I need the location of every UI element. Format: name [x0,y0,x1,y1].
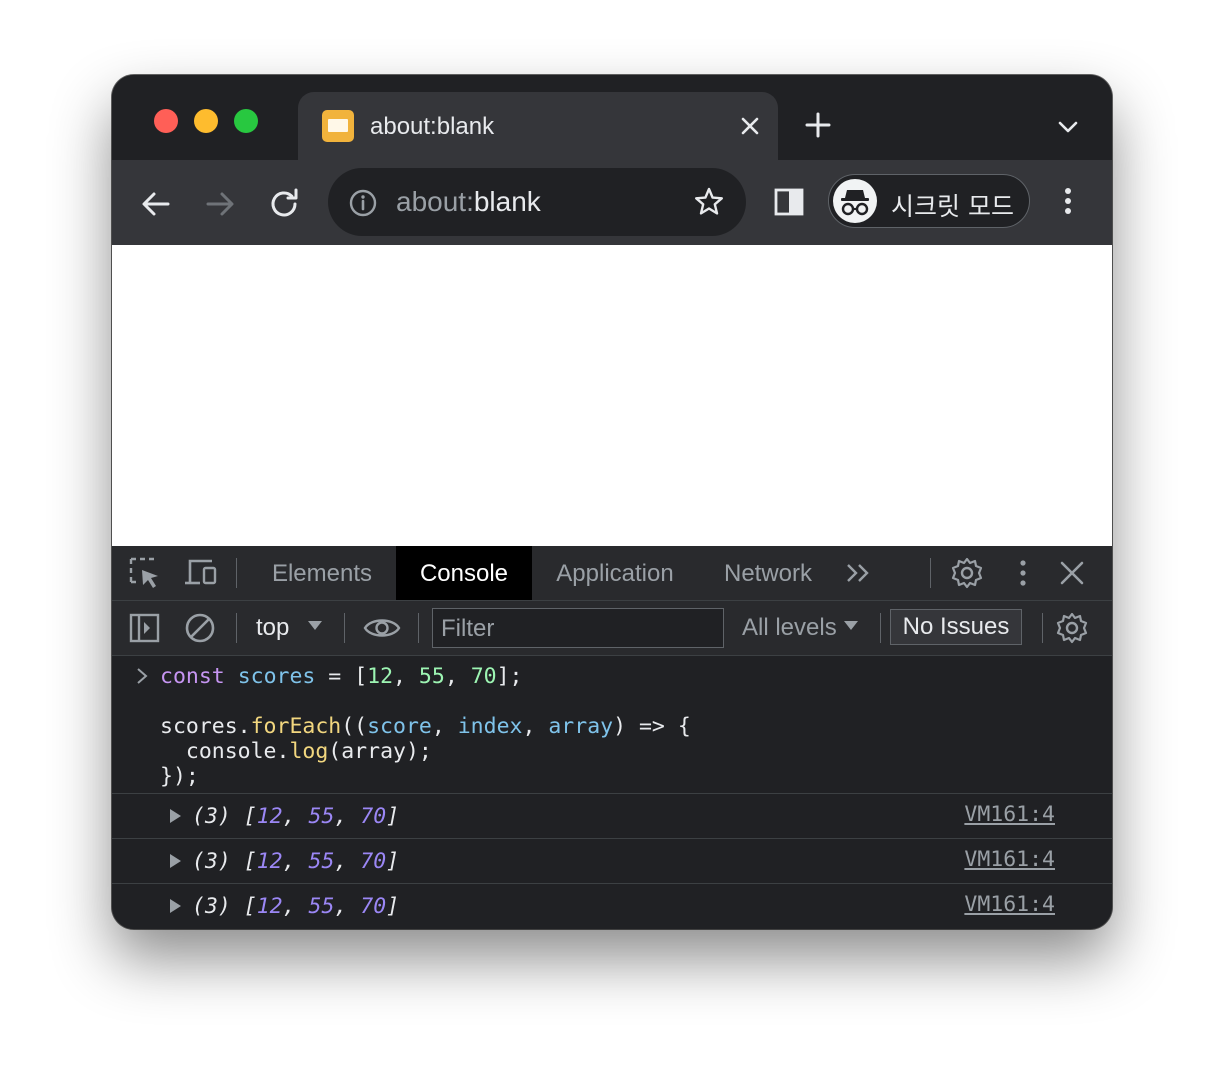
sidebar-toggle-icon[interactable] [128,611,162,645]
code-line: const scores = [12, 55, 70]; [160,664,523,689]
tab-console[interactable]: Console [396,546,532,600]
console-log-row[interactable]: (3) [12, 55, 70] VM161:4 [112,839,1112,884]
log-levels-label: All levels [742,614,837,641]
devtools-panel: Elements Console Application Network top… [112,546,1112,929]
settings-gear-icon[interactable] [950,556,984,590]
devtools-menu-kebab-icon[interactable] [1006,556,1040,590]
divider [236,558,237,588]
incognito-icon [841,190,869,216]
divider [930,558,931,588]
log-array-preview: (3) [12, 55, 70] [192,849,400,874]
log-array-preview: (3) [12, 55, 70] [192,804,400,829]
console-log-row[interactable]: (3) [12, 55, 70] VM161:4 [112,794,1112,839]
tab-application[interactable]: Application [548,546,682,600]
devtools-tab-bar: Elements Console Application Network [112,546,1112,601]
console-settings-gear-icon[interactable] [1055,611,1089,645]
source-link[interactable]: VM161:4 [964,847,1055,872]
code-line: scores.forEach((score, index, array) => … [160,714,691,739]
console-log-row[interactable]: (3) [12, 55, 70] VM161:4 [112,884,1112,928]
tab-search-chevron-icon[interactable] [1054,113,1082,141]
address-bar[interactable]: about:blank [328,168,746,236]
side-panel-icon[interactable] [772,185,806,219]
code-line: }); [160,764,199,789]
bookmark-star-icon[interactable] [692,185,726,219]
incognito-profile-button[interactable]: 시크릿 모드 [828,174,1030,228]
minimize-window-button[interactable] [194,109,218,133]
dropdown-arrow-icon [308,621,322,630]
log-array-preview: (3) [12, 55, 70] [192,894,400,919]
close-window-button[interactable] [154,109,178,133]
divider [1042,613,1043,643]
new-tab-plus-icon[interactable] [802,109,834,141]
dropdown-arrow-icon [844,621,858,630]
expand-triangle-icon[interactable] [170,899,181,913]
live-expression-eye-icon[interactable] [362,611,402,645]
context-value: top [256,614,290,641]
site-info-icon[interactable] [348,188,378,218]
clear-console-icon[interactable] [183,611,217,645]
forward-arrow-icon[interactable] [200,184,240,224]
console-toolbar: top Filter All levels No Issues [112,601,1112,656]
divider [880,613,881,643]
tab-strip: about:blank [112,75,1112,160]
tab-network[interactable]: Network [716,546,820,600]
close-icon[interactable] [734,110,766,142]
tab-about-blank[interactable]: about:blank [298,92,778,160]
incognito-label: 시크릿 모드 [891,192,1014,221]
code-line: console.log(array); [160,739,432,764]
reload-icon[interactable] [264,184,304,224]
url-text: about:blank [396,186,541,217]
expand-triangle-icon[interactable] [170,809,181,823]
inspect-element-icon[interactable] [128,556,162,590]
zoom-window-button[interactable] [234,109,258,133]
console-output[interactable]: const scores = [12, 55, 70]; scores.forE… [112,656,1112,929]
browser-menu-kebab-icon[interactable] [1051,183,1085,219]
filter-input[interactable]: Filter [432,608,724,648]
source-link[interactable]: VM161:4 [964,892,1055,917]
divider [236,613,237,643]
browser-window: about:blank about:blank 시크릿 모드 Elements … [112,75,1112,929]
device-toolbar-icon[interactable] [184,556,218,590]
tab-elements[interactable]: Elements [260,546,384,600]
page-viewport[interactable] [112,245,1112,546]
issues-button[interactable]: No Issues [890,609,1022,645]
expand-triangle-icon[interactable] [170,854,181,868]
source-link[interactable]: VM161:4 [964,802,1055,827]
close-devtools-icon[interactable] [1055,556,1089,590]
context-selector[interactable]: top [256,614,322,642]
more-tabs-chevron-icon[interactable] [842,556,876,590]
filter-placeholder: Filter [441,615,495,642]
divider [344,613,345,643]
console-input-entry[interactable]: const scores = [12, 55, 70]; scores.forE… [112,656,1112,794]
page-favicon-icon [322,110,354,142]
prompt-chevron-icon [137,668,148,684]
back-arrow-icon[interactable] [136,184,176,224]
tab-title: about:blank [370,113,495,140]
log-levels-dropdown[interactable]: All levels [742,614,858,642]
divider [418,613,419,643]
incognito-avatar [833,179,877,223]
